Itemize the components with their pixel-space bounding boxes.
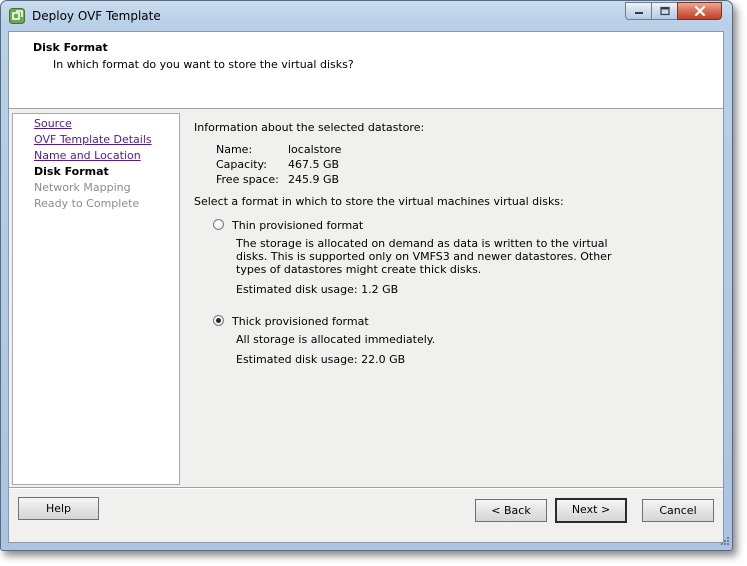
datastore-capacity-value: 467.5 GB [288,158,340,171]
thick-provisioned-label[interactable]: Thick provisioned format [232,315,369,328]
format-prompt: Select a format in which to store the vi… [194,195,564,208]
page-title: Disk Format [33,41,108,54]
window-title: Deploy OVF Template [32,9,161,23]
dialog-body: Disk Format In which format do you want … [8,31,724,543]
radio-selected-dot [216,318,221,323]
close-icon [694,6,705,16]
thin-provisioned-label[interactable]: Thin provisioned format [232,219,363,232]
thin-provisioned-description: The storage is allocated on demand as da… [236,237,612,276]
disk-format-panel: Information about the selected datastore… [181,109,723,485]
maximize-button[interactable] [651,2,677,20]
thick-provisioned-description: All storage is allocated immediately. [236,333,436,346]
step-ovf-template-details[interactable]: OVF Template Details [34,133,152,146]
datastore-name-value: localstore [288,143,342,156]
thick-provisioned-radio[interactable] [213,315,224,326]
minimize-button[interactable] [625,2,651,20]
datastore-capacity-label: Capacity: [216,158,267,171]
ovf-template-icon [9,8,25,24]
resize-grip-icon[interactable] [718,536,730,548]
back-button[interactable]: < Back [475,499,547,522]
datastore-free-label: Free space: [216,173,279,186]
close-button[interactable] [677,2,722,20]
datastore-free-value: 245.9 GB [288,173,340,186]
page-subtitle: In which format do you want to store the… [53,58,354,71]
title-bar[interactable]: Deploy OVF Template [1,1,732,31]
minimize-icon [634,12,643,14]
step-ready-to-complete: Ready to Complete [34,197,140,210]
wizard-steps-panel: Source OVF Template Details Name and Loc… [12,113,180,485]
button-bar-separator [9,487,723,489]
next-button[interactable]: Next > [555,498,627,523]
help-button[interactable]: Help [18,497,99,520]
step-name-and-location[interactable]: Name and Location [34,149,141,162]
window-controls [625,2,722,20]
thin-provisioned-radio[interactable] [213,219,224,230]
datastore-name-label: Name: [216,143,253,156]
thin-provisioned-usage: Estimated disk usage: 1.2 GB [236,283,399,296]
step-source[interactable]: Source [34,117,72,130]
step-network-mapping: Network Mapping [34,181,131,194]
dialog-header: Disk Format In which format do you want … [9,32,723,109]
maximize-icon [659,6,670,16]
thick-provisioned-usage: Estimated disk usage: 22.0 GB [236,353,406,366]
step-disk-format: Disk Format [34,165,109,178]
deploy-ovf-window: Deploy OVF Template Disk Format In which… [0,0,733,551]
cancel-button[interactable]: Cancel [642,499,714,522]
datastore-info-heading: Information about the selected datastore… [194,121,425,134]
